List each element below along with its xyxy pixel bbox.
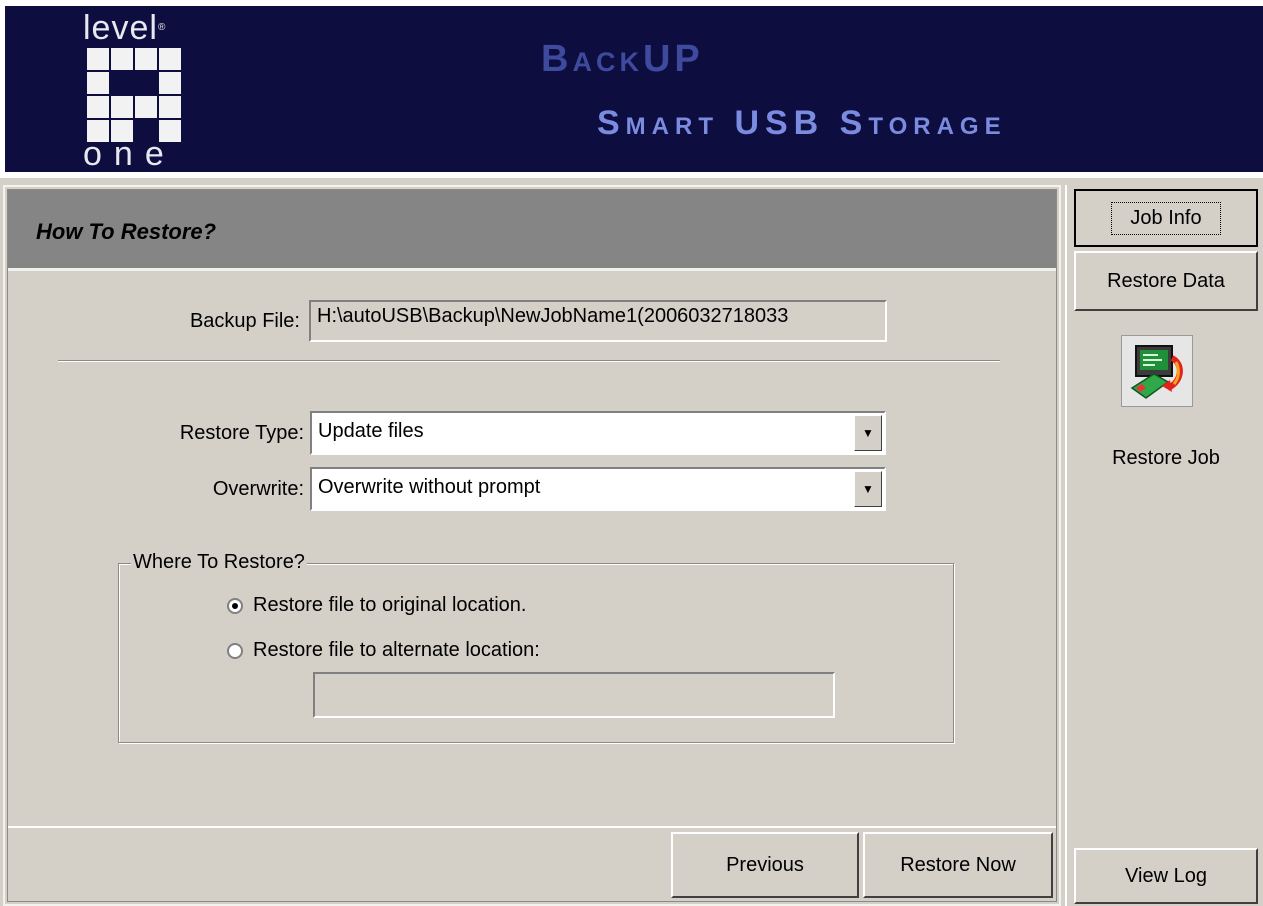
app-subtitle: Smart USB Storage [597,104,1007,142]
overwrite-dropdown-button[interactable]: ▼ [854,471,882,507]
where-to-restore-group: Where To Restore? Restore file to origin… [118,551,954,743]
view-log-button[interactable]: View Log [1074,848,1258,904]
divider [58,360,1000,362]
logo-bottom-text: one [83,135,176,173]
radio-alternate-label: Restore file to alternate location: [253,639,540,661]
chevron-down-icon: ▼ [862,426,874,440]
radio-original-label: Restore file to original location. [253,594,527,616]
main-area: How To Restore? Backup File: H:\autoUSB\… [0,178,1263,906]
restore-data-button[interactable]: Restore Data [1074,251,1258,311]
restore-now-button[interactable]: Restore Now [863,832,1053,898]
radio-unchecked-icon[interactable] [227,642,243,659]
radio-checked-icon[interactable] [227,597,243,614]
where-to-restore-title: Where To Restore? [131,551,307,574]
app-header: level® one BackUP Smart USB Storage [5,6,1263,172]
content-panel: How To Restore? Backup File: H:\autoUSB\… [3,185,1061,906]
overwrite-value: Overwrite without prompt [318,476,541,498]
logo-registered-mark: ® [157,22,167,33]
section-header: How To Restore? [8,190,1056,271]
logo-top-text: level [83,9,158,47]
previous-button[interactable]: Previous [671,832,859,898]
app-title: BackUP [541,38,704,80]
overwrite-select[interactable]: Overwrite without prompt ▼ [310,467,886,511]
sidebar: Job Info Restore Data Restore Job View L… [1065,185,1263,906]
job-info-label: Job Info [1111,201,1221,235]
radio-alternate-location[interactable]: Restore file to alternate location: [227,639,540,662]
chevron-down-icon: ▼ [862,482,874,496]
logo-grid-icon [87,48,183,144]
overwrite-label: Overwrite: [212,478,304,500]
backup-file-field[interactable]: H:\autoUSB\Backup\NewJobName1(2006032718… [309,300,887,342]
radio-original-location[interactable]: Restore file to original location. [227,594,526,617]
restore-type-label: Restore Type: [179,422,304,444]
section-title: How To Restore? [36,219,217,244]
restore-job-label[interactable]: Restore Job [1067,447,1263,470]
levelone-logo: level® one [79,9,199,173]
restore-type-dropdown-button[interactable]: ▼ [854,415,882,451]
button-bar: Previous Restore Now [8,826,1056,901]
restore-job-icon[interactable] [1121,335,1193,407]
alternate-location-input[interactable] [313,672,835,718]
restore-type-select[interactable]: Update files ▼ [310,411,886,455]
restore-type-value: Update files [318,420,424,442]
backup-file-label: Backup File: [189,310,300,332]
job-info-button[interactable]: Job Info [1074,189,1258,247]
